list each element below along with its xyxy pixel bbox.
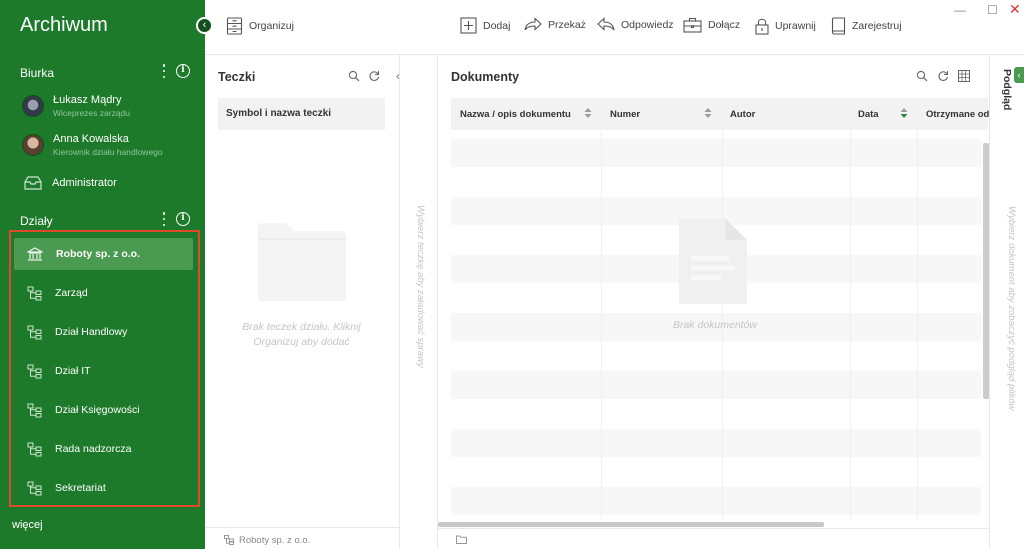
department-handlowy[interactable]: Dział Handlowy [14,316,193,348]
horizontal-scrollbar[interactable] [438,522,824,527]
empty-folder-icon [258,223,346,301]
attach-button[interactable]: Dołącz [683,17,740,33]
folders-search-icon[interactable] [348,70,360,82]
hierarchy-icon [27,286,42,300]
documents-title: Dokumenty [451,70,520,84]
administrator-label: Administrator [52,177,117,189]
documents-empty-message: Brak dokumentów [672,319,758,331]
preview-tab[interactable]: Podgląd [1001,69,1013,110]
department-ksiegowosc[interactable]: Dział Księgowości [14,394,193,426]
sort-icon[interactable] [584,107,592,119]
department-it[interactable]: Dział IT [14,355,193,387]
departments-section-label: Działy [20,214,53,228]
folders-empty-message: Brak teczek działu. Kliknij Organizuj ab… [242,321,361,348]
organize-label: Organizuj [249,20,294,32]
toolbar: Organizuj Dodaj Przekaż Odpowiedz Dołącz… [205,0,1024,55]
administrator-item[interactable]: Administrator [24,176,117,190]
lock-icon [755,18,769,35]
user-role: Wiceprezes zarządu [53,108,131,118]
department-rada[interactable]: Rada nadzorcza [14,433,193,465]
hierarchy-icon [27,481,42,495]
forward-arrow-icon [524,17,542,31]
user-lukasz[interactable]: Łukasz Mądry Wiceprezes zarządu [22,94,130,118]
documents-refresh-icon[interactable] [937,70,949,82]
reply-arrow-icon [597,17,615,31]
department-roboty[interactable]: Roboty sp. z o.o. [14,238,193,270]
department-zarzad[interactable]: Zarząd [14,277,193,309]
column-author[interactable]: Autor [730,109,755,120]
empty-document-icon [679,218,747,304]
folders-refresh-icon[interactable] [368,70,380,82]
folder-icon[interactable] [456,535,467,544]
avatar [22,95,44,117]
reply-button[interactable]: Odpowiedz [597,17,674,32]
reply-label: Odpowiedz [621,18,674,31]
desks-menu-icon[interactable] [160,64,168,78]
organize-button[interactable]: Organizuj [226,17,294,35]
hierarchy-icon [27,403,42,417]
hierarchy-icon [27,325,42,339]
departments-info-icon[interactable]: i [176,212,190,226]
briefcase-icon [683,17,702,33]
maximize-icon[interactable]: ☐ [987,3,998,17]
folders-title: Teczki [218,70,256,84]
hierarchy-icon [27,442,42,456]
documents-search-icon[interactable] [916,70,928,82]
documents-table-header: Nazwa / opis dokumentu Numer Autor Data … [451,98,989,130]
avatar [22,134,44,156]
department-label: Dział Handlowy [55,326,128,338]
add-button[interactable]: Dodaj [460,17,510,34]
desks-info-icon[interactable]: i [176,64,190,78]
minimize-icon[interactable]: — [954,3,966,17]
folders-column-header[interactable]: Symbol i nazwa teczki [218,98,385,130]
app-title: Archiwum [20,14,108,36]
department-label: Zarząd [55,287,88,299]
column-name[interactable]: Nazwa / opis dokumentu [460,109,571,120]
column-number[interactable]: Numer [610,109,640,120]
forward-button[interactable]: Przekaż [524,17,586,32]
department-label: Roboty sp. z o.o. [56,248,140,260]
department-label: Dział Księgowości [55,404,140,416]
sidebar: Archiwum Biurka i Łukasz Mądry Wicepreze… [0,0,205,549]
column-date[interactable]: Data [858,109,879,120]
forward-label: Przekaż [548,18,586,31]
hierarchy-icon [224,535,234,545]
hierarchy-icon [27,364,42,378]
cabinet-icon [226,17,243,35]
book-icon [831,17,846,35]
collapse-sidebar-icon[interactable]: ‹ [196,17,213,34]
close-icon[interactable]: ✕ [1009,1,1021,18]
columns-grid-icon[interactable] [958,70,970,82]
inbox-icon [24,176,42,190]
more-link[interactable]: więcej [12,519,43,531]
sort-icon[interactable] [704,107,712,119]
building-icon [27,247,43,261]
plus-square-icon [460,17,477,34]
register-button[interactable]: Zarejestruj [831,17,902,35]
preview-vertical-hint: Wybierz dokument aby zobaczyć podgląd pl… [1006,206,1017,411]
department-label: Rada nadzorcza [55,443,132,455]
departments-list: Roboty sp. z o.o. Zarząd Dział Handlowy … [9,230,200,507]
desks-section-label: Biurka [20,66,55,80]
folders-vertical-hint: Wybierz teczkę aby załadować sprawy [415,205,426,368]
permissions-label: Uprawnij [775,20,816,32]
expand-preview-icon[interactable]: ‹ [1014,67,1024,83]
department-sekretariat[interactable]: Sekretariat [14,472,193,504]
folders-footer: Roboty sp. z o.o. [239,535,311,546]
register-label: Zarejestruj [852,20,902,32]
department-label: Sekretariat [55,482,106,494]
column-received-from[interactable]: Otrzymane od [926,109,989,120]
user-anna[interactable]: Anna Kowalska Kierownik działu handloweg… [22,133,163,157]
departments-menu-icon[interactable] [160,212,168,226]
user-name: Anna Kowalska [53,133,129,145]
user-name: Łukasz Mądry [53,94,122,106]
department-label: Dział IT [55,365,91,377]
permissions-button[interactable]: Uprawnij [755,17,816,35]
attach-label: Dołącz [708,19,741,31]
add-label: Dodaj [483,19,511,32]
sort-desc-icon[interactable] [900,107,908,119]
user-role: Kierownik działu handlowego [53,147,163,157]
